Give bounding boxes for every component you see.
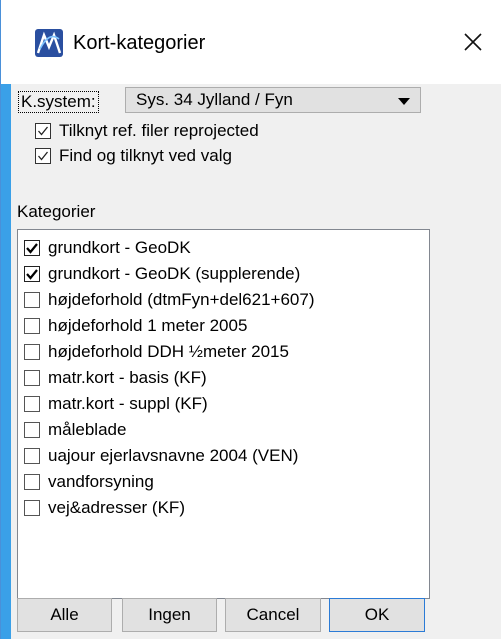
ksystem-selected-value: Sys. 34 Jylland / Fyn — [136, 90, 293, 109]
list-item[interactable]: uajour ejerlavsnavne 2004 (VEN) — [24, 442, 424, 469]
none-button[interactable]: Ingen — [122, 598, 217, 632]
window-accent-edge — [1, 84, 11, 639]
title-bar: Kort-kategorier — [1, 0, 501, 84]
category-checkbox[interactable] — [24, 292, 40, 308]
categories-list[interactable]: grundkort - GeoDK grundkort - GeoDK (sup… — [17, 229, 430, 599]
list-item[interactable]: grundkort - GeoDK (supplerende) — [24, 260, 424, 287]
checkbox-find-attach[interactable] — [35, 148, 51, 164]
category-checkbox[interactable] — [24, 500, 40, 516]
ksystem-dropdown[interactable]: Sys. 34 Jylland / Fyn — [125, 87, 421, 113]
ok-button[interactable]: OK — [329, 598, 425, 632]
ksystem-label: K.system: — [18, 91, 99, 113]
checkbox-reprojected[interactable] — [35, 123, 51, 139]
list-item[interactable]: vej&adresser (KF) — [24, 494, 424, 521]
list-item[interactable]: højdeforhold 1 meter 2005 — [24, 312, 424, 339]
check-icon — [26, 269, 38, 280]
category-label: matr.kort - suppl (KF) — [48, 394, 208, 413]
list-item[interactable]: vandforsyning — [24, 468, 424, 495]
close-icon — [464, 33, 482, 51]
category-checkbox[interactable] — [24, 344, 40, 360]
category-label: grundkort - GeoDK (supplerende) — [48, 264, 301, 283]
categories-label: Kategorier — [17, 202, 96, 221]
category-checkbox[interactable] — [24, 370, 40, 386]
category-label: højdeforhold (dtmFyn+del621+607) — [48, 290, 315, 309]
cancel-button[interactable]: Cancel — [225, 598, 321, 632]
check-icon — [26, 243, 38, 254]
chevron-down-icon — [398, 98, 410, 105]
check-icon — [38, 151, 49, 161]
category-checkbox[interactable] — [24, 422, 40, 438]
category-checkbox[interactable] — [24, 318, 40, 334]
category-checkbox[interactable] — [24, 266, 40, 282]
list-item[interactable]: højdeforhold (dtmFyn+del621+607) — [24, 286, 424, 313]
category-checkbox[interactable] — [24, 396, 40, 412]
dialog-window: Kort-kategorier K.system: Sys. 34 Jyllan… — [0, 0, 501, 639]
dialog-content: K.system: Sys. 34 Jylland / Fyn Tilknyt … — [11, 84, 501, 639]
window-title: Kort-kategorier — [73, 32, 206, 54]
list-item[interactable]: matr.kort - suppl (KF) — [24, 390, 424, 417]
all-button[interactable]: Alle — [17, 598, 112, 632]
category-label: vej&adresser (KF) — [48, 498, 185, 517]
category-checkbox[interactable] — [24, 448, 40, 464]
option-reprojected-label: Tilknyt ref. filer reprojected — [59, 121, 259, 140]
category-label: matr.kort - basis (KF) — [48, 368, 207, 387]
category-checkbox[interactable] — [24, 474, 40, 490]
category-label: måleblade — [48, 420, 127, 439]
list-item[interactable]: grundkort - GeoDK — [24, 234, 424, 261]
list-item[interactable]: højdeforhold DDH ½meter 2015 — [24, 338, 424, 365]
category-label: grundkort - GeoDK — [48, 238, 191, 257]
list-item[interactable]: matr.kort - basis (KF) — [24, 364, 424, 391]
close-button[interactable] — [453, 22, 493, 62]
category-checkbox[interactable] — [24, 240, 40, 256]
list-item[interactable]: måleblade — [24, 416, 424, 443]
check-icon — [38, 126, 49, 136]
category-label: uajour ejerlavsnavne 2004 (VEN) — [48, 446, 299, 465]
category-label: vandforsyning — [48, 472, 154, 491]
category-label: højdeforhold DDH ½meter 2015 — [48, 342, 289, 361]
category-label: højdeforhold 1 meter 2005 — [48, 316, 248, 335]
app-icon — [35, 29, 63, 57]
option-find-attach-label: Find og tilknyt ved valg — [59, 146, 232, 165]
